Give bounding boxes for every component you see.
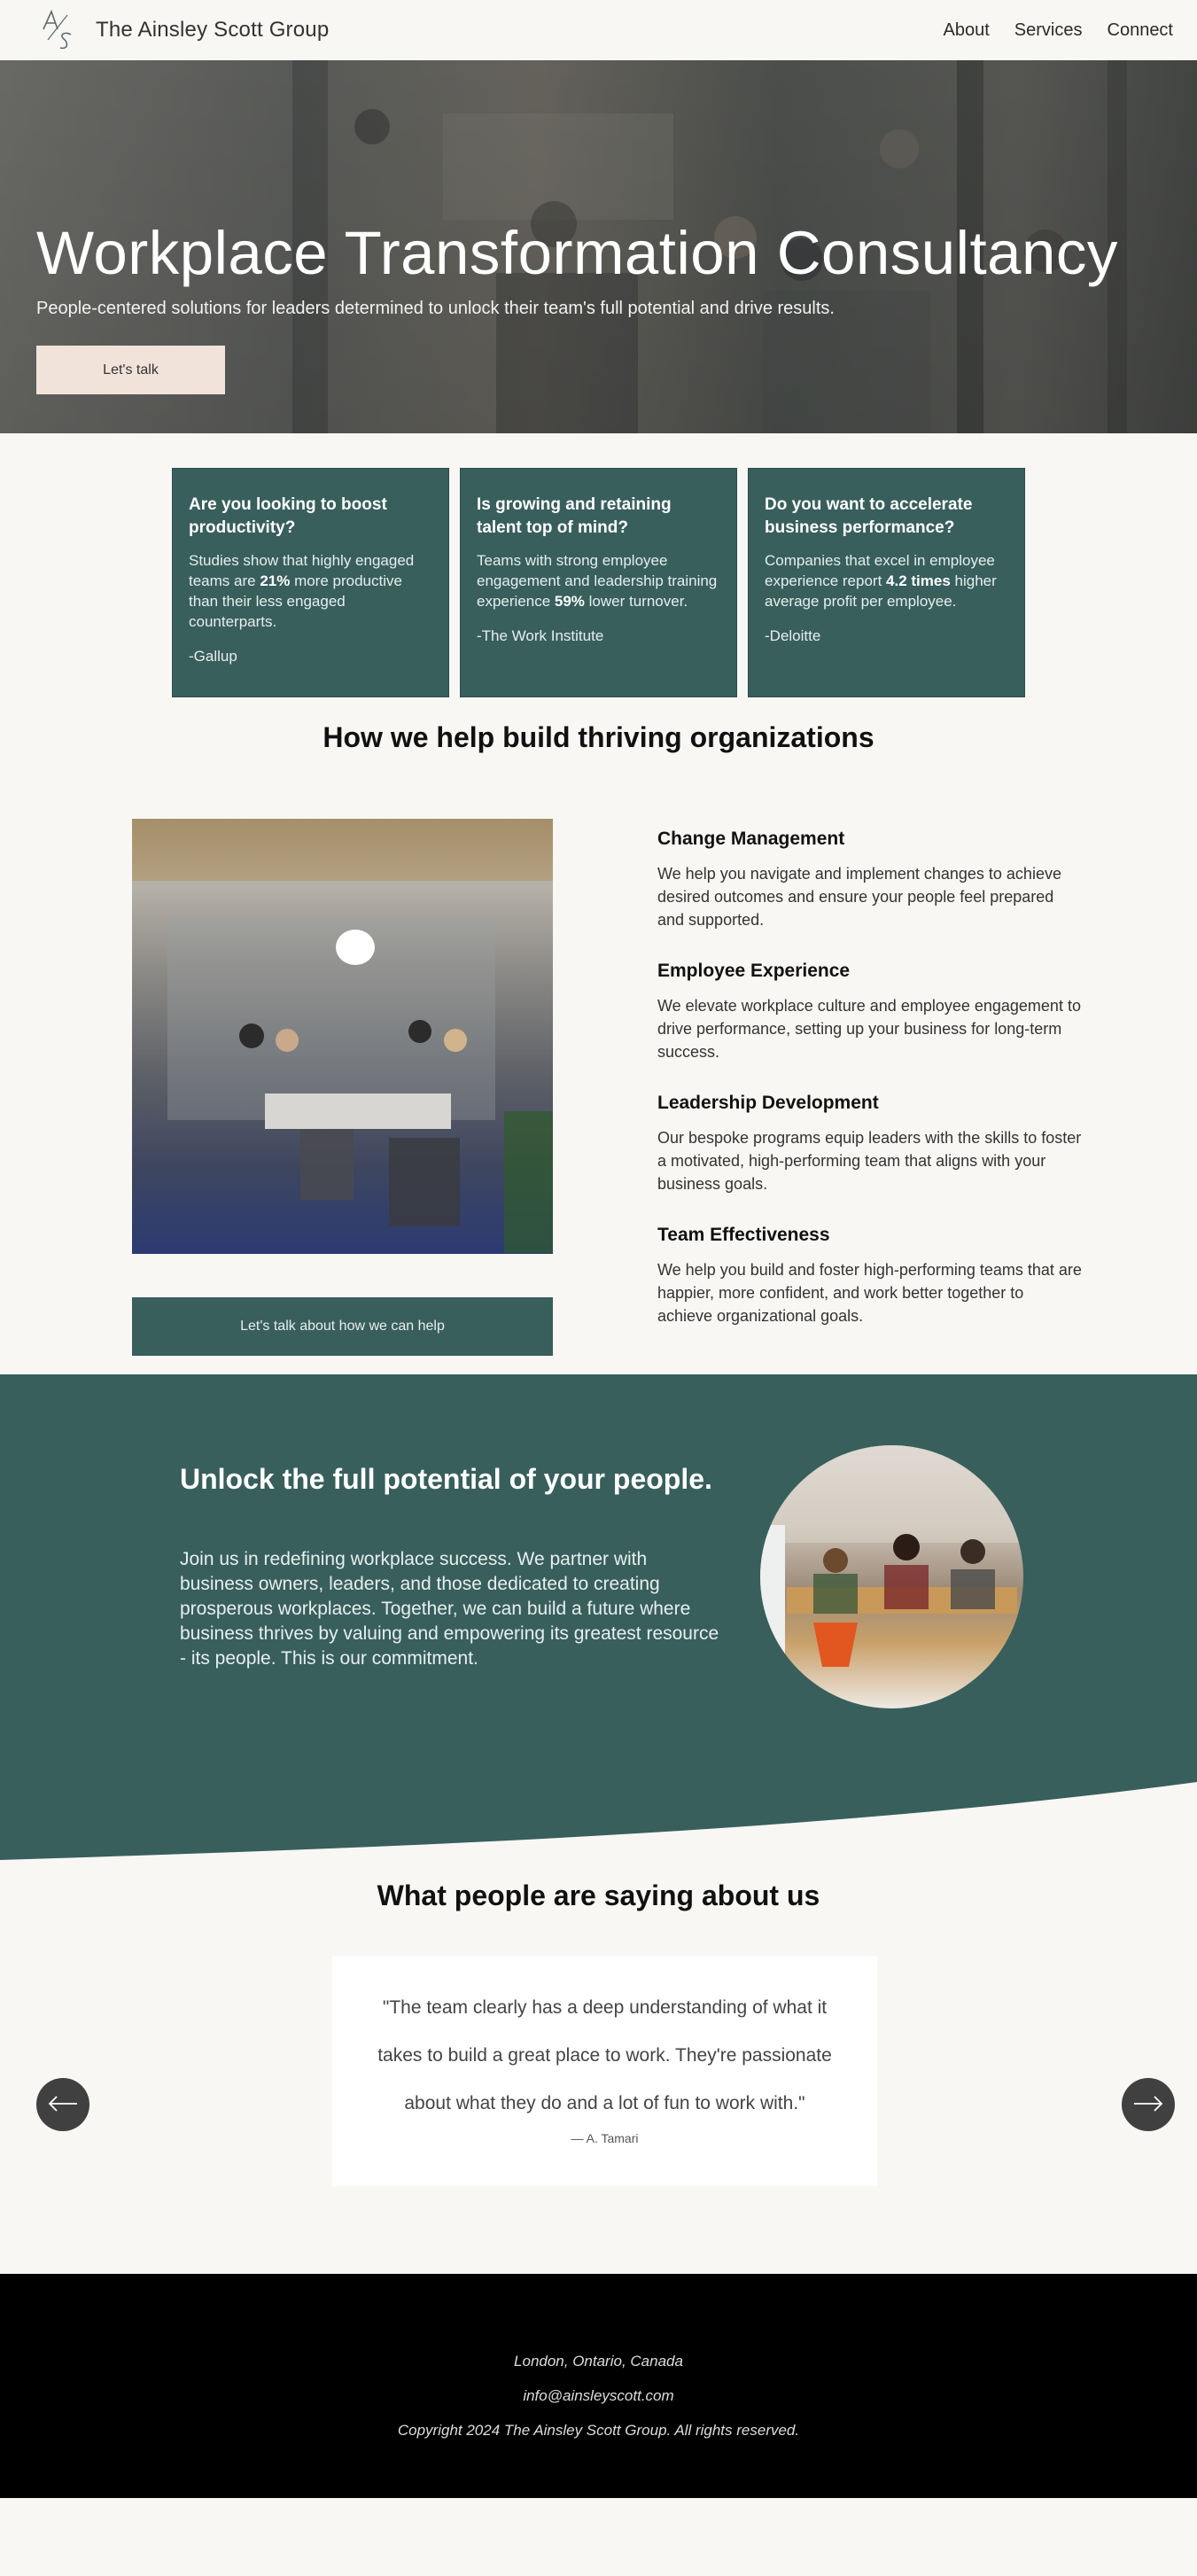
main-nav: About Services Connect [944,20,1173,41]
stat-heading: Is growing and retaining talent top of m… [477,495,672,537]
service-item: Employee Experience We elevate workplace… [657,961,1083,1063]
service-text: We help you build and foster high-perfor… [657,1261,1082,1325]
stat-source: -Gallup [189,648,237,665]
stat-text: Studies show that highly engaged teams a… [189,552,415,630]
stats-section: Are you looking to boost productivity? S… [0,433,1197,717]
service-title: Team Effectiveness [657,1225,830,1245]
hero-title: Workplace Transformation Consultancy [36,219,1118,287]
unlock-title: Unlock the full potential of your people… [180,1463,712,1495]
testimonial-quote: "The team clearly has a deep understandi… [377,1997,832,2113]
service-item: Change Management We help you navigate a… [657,829,1083,931]
nav-services[interactable]: Services [1014,20,1083,41]
site-footer: London, Ontario, Canada info@ainsleyscot… [0,2274,1197,2498]
footer-copyright: Copyright 2024 The Ainsley Scott Group. … [397,2422,800,2439]
unlock-section: Unlock the full potential of your people… [0,1374,1197,1862]
page: The Ainsley Scott Group About Services C… [0,0,1197,2576]
arrow-left-icon [48,2095,77,2112]
services-section: How we help build thriving organizations [0,721,1197,1374]
testimonial-card: "The team clearly has a deep understandi… [332,1956,877,2186]
service-title: Leadership Development [657,1093,879,1113]
site-header: The Ainsley Scott Group About Services C… [0,0,1197,60]
service-text: We elevate workplace culture and employe… [657,997,1081,1061]
service-title: Employee Experience [657,961,851,981]
service-text: Our bespoke programs equip leaders with … [657,1129,1082,1193]
arrow-right-icon [1134,2095,1163,2112]
testimonials-title: What people are saying about us [377,1879,820,1911]
meeting-room-image [132,819,553,1254]
logo-monogram-icon [43,9,72,50]
service-item: Team Effectiveness We help you build and… [657,1225,1083,1327]
stat-heading: Do you want to accelerate business perfo… [765,495,973,537]
service-item: Leadership Development Our bespoke progr… [657,1093,1083,1195]
next-testimonial-button[interactable] [1122,2078,1175,2131]
services-title: How we help build thriving organizations [323,721,874,753]
nav-connect[interactable]: Connect [1108,20,1174,41]
hero-content: Workplace Transformation Consultancy Peo… [36,218,1118,394]
footer-location: London, Ontario, Canada [514,2353,683,2370]
testimonials-section: What people are saying about us "The tea… [0,1862,1197,2274]
stat-source: -The Work Institute [477,627,604,644]
stat-card-productivity: Are you looking to boost productivity? S… [172,468,449,697]
stat-text: Teams with strong employee engagement an… [477,552,718,610]
stat-text: Companies that excel in employee experie… [765,552,997,610]
unlock-text: Join us in redefining workplace success.… [180,1549,719,1669]
team-circle-image [760,1445,1023,1708]
services-list: Change Management We help you navigate a… [657,829,1083,1357]
help-cta-button[interactable]: Let's talk about how we can help [132,1297,553,1356]
prev-testimonial-button[interactable] [36,2078,89,2131]
service-text: We help you navigate and implement chang… [657,865,1061,929]
stat-card-talent: Is growing and retaining talent top of m… [460,468,737,697]
testimonial-author: — A. Tamari [571,2131,639,2145]
hero: Workplace Transformation Consultancy Peo… [0,60,1197,433]
service-title: Change Management [657,829,845,849]
stat-source: -Deloitte [765,627,821,644]
brand-name: The Ainsley Scott Group [96,18,330,42]
footer-email[interactable]: info@ainsleyscott.com [0,2378,1197,2413]
wave-divider [0,1782,1197,1862]
brand[interactable]: The Ainsley Scott Group [41,8,329,52]
nav-about[interactable]: About [944,20,990,41]
hero-subtitle: People-centered solutions for leaders de… [36,299,835,318]
stat-card-performance: Do you want to accelerate business perfo… [748,468,1025,697]
lets-talk-button[interactable]: Let's talk [36,346,225,394]
stat-heading: Are you looking to boost productivity? [189,495,387,537]
